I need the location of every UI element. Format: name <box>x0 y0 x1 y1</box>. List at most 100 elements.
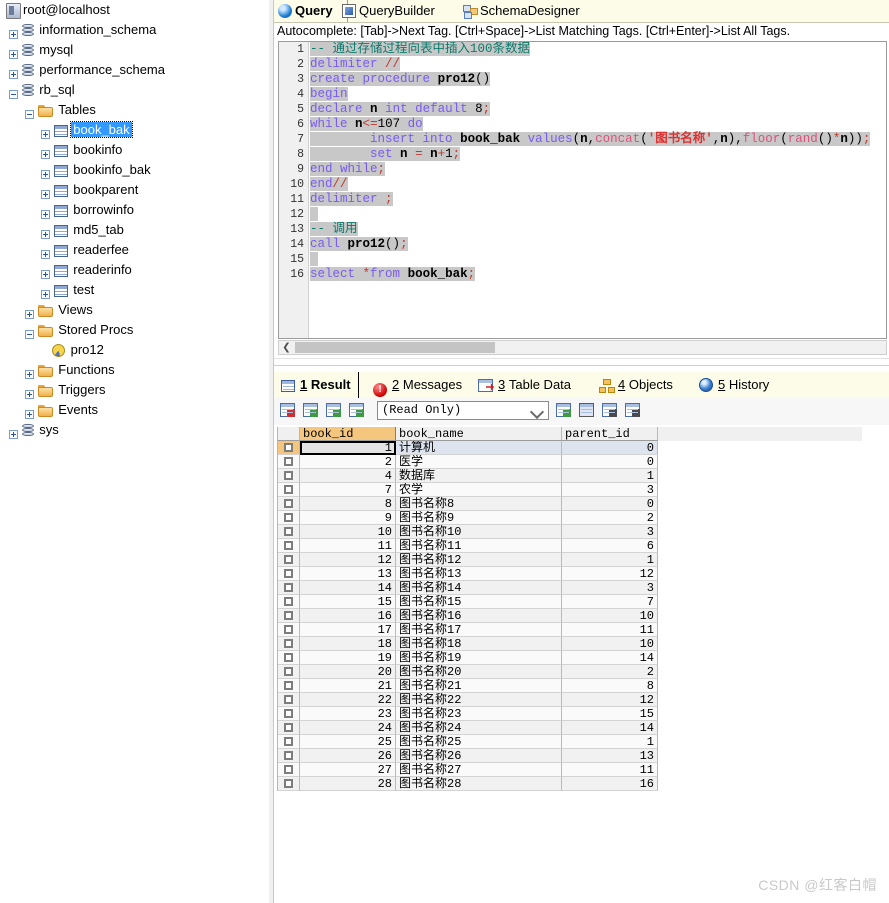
row-checkbox-cell[interactable] <box>278 469 300 483</box>
tree-expander-icon[interactable] <box>9 430 18 439</box>
checkbox-icon[interactable] <box>284 499 293 508</box>
tree-item-bookinfo[interactable]: bookinfo <box>0 140 268 160</box>
cell-parent-id[interactable]: 11 <box>562 763 658 777</box>
cell-book-id[interactable]: 11 <box>300 539 396 553</box>
table-row[interactable]: 25 图书名称25 1 <box>278 735 862 749</box>
row-checkbox-cell[interactable] <box>278 651 300 665</box>
tab-query[interactable]: Query <box>274 0 348 22</box>
column-header-parent-id[interactable]: parent_id <box>562 427 658 441</box>
code-line[interactable]: end while; <box>310 162 886 177</box>
table-row[interactable]: 4 数据库 1 <box>278 469 862 483</box>
tab-result[interactable]: 1 Result <box>274 372 359 398</box>
code-line[interactable]: while n<=107 do <box>310 117 886 132</box>
cell-book-id[interactable]: 20 <box>300 665 396 679</box>
cell-book-name[interactable]: 图书名称9 <box>396 511 562 525</box>
cell-book-name[interactable]: 图书名称11 <box>396 539 562 553</box>
code-line[interactable]: delimiter ; <box>310 192 886 207</box>
row-checkbox-cell[interactable] <box>278 637 300 651</box>
code-line[interactable]: declare n int default 8; <box>310 102 886 117</box>
grid-mode-select[interactable]: (Read Only) <box>377 401 549 420</box>
checkbox-icon[interactable] <box>284 765 293 774</box>
cell-parent-id[interactable]: 6 <box>562 539 658 553</box>
cell-parent-id[interactable]: 14 <box>562 651 658 665</box>
table-row[interactable]: 11 图书名称11 6 <box>278 539 862 553</box>
code-line[interactable]: set n = n+1; <box>310 147 886 162</box>
table-row[interactable]: 10 图书名称10 3 <box>278 525 862 539</box>
cell-book-name[interactable]: 图书名称17 <box>396 623 562 637</box>
cell-book-id[interactable]: 13 <box>300 567 396 581</box>
cell-book-name[interactable]: 图书名称22 <box>396 693 562 707</box>
tree-item-functions[interactable]: Functions <box>0 360 268 380</box>
checkbox-icon[interactable] <box>284 583 293 592</box>
checkbox-icon[interactable] <box>284 681 293 690</box>
row-checkbox-cell[interactable] <box>278 763 300 777</box>
tree-collapse-icon[interactable] <box>25 110 34 119</box>
tree-expander-icon[interactable] <box>25 390 34 399</box>
cell-book-id[interactable]: 19 <box>300 651 396 665</box>
code-line[interactable]: select *from book_bak; <box>310 267 886 282</box>
cell-parent-id[interactable]: 13 <box>562 749 658 763</box>
row-checkbox-cell[interactable] <box>278 623 300 637</box>
sql-code[interactable]: -- 通过存储过程向表中插入100条数据 delimiter //create p… <box>310 42 886 338</box>
cell-book-name[interactable]: 数据库 <box>396 469 562 483</box>
table-row[interactable]: 15 图书名称15 7 <box>278 595 862 609</box>
editor-horizontal-scrollbar[interactable]: ❮ <box>278 340 887 355</box>
cell-book-id[interactable]: 4 <box>300 469 396 483</box>
tab-schemadesigner[interactable]: SchemaDesigner <box>459 0 586 22</box>
row-checkbox-cell[interactable] <box>278 665 300 679</box>
tree-expander-icon[interactable] <box>41 190 50 199</box>
cell-book-name[interactable]: 图书名称26 <box>396 749 562 763</box>
table-row[interactable]: 28 图书名称28 16 <box>278 777 862 791</box>
tab-querybuilder[interactable]: QueryBuilder <box>338 0 441 22</box>
cell-parent-id[interactable]: 12 <box>562 693 658 707</box>
tree-item-readerinfo[interactable]: readerinfo <box>0 260 268 280</box>
table-row[interactable]: 22 图书名称22 12 <box>278 693 862 707</box>
tree-expander-icon[interactable] <box>41 290 50 299</box>
cell-parent-id[interactable]: 8 <box>562 679 658 693</box>
cell-book-name[interactable]: 图书名称23 <box>396 707 562 721</box>
cell-parent-id[interactable]: 0 <box>562 497 658 511</box>
tree-item-performance-schema[interactable]: performance_schema <box>0 60 268 80</box>
row-checkbox-cell[interactable] <box>278 567 300 581</box>
cell-book-id[interactable]: 1 <box>300 441 396 455</box>
tree-expander-icon[interactable] <box>41 270 50 279</box>
select-all-cell[interactable] <box>278 427 300 441</box>
cell-parent-id[interactable]: 15 <box>562 707 658 721</box>
import-grid-button[interactable] <box>325 402 344 420</box>
row-checkbox-cell[interactable] <box>278 511 300 525</box>
row-checkbox-cell[interactable] <box>278 777 300 791</box>
cell-book-name[interactable]: 图书名称24 <box>396 721 562 735</box>
cell-parent-id[interactable]: 3 <box>562 483 658 497</box>
tree-collapse-icon[interactable] <box>9 90 18 99</box>
column-header-book-id[interactable]: book_id <box>300 427 396 441</box>
tree-expander-icon[interactable] <box>41 150 50 159</box>
cell-book-id[interactable]: 15 <box>300 595 396 609</box>
tree-item-views[interactable]: Views <box>0 300 268 320</box>
tree-item-tables[interactable]: Tables <box>0 100 268 120</box>
cell-book-name[interactable]: 图书名称18 <box>396 637 562 651</box>
cell-book-name[interactable]: 图书名称20 <box>396 665 562 679</box>
row-checkbox-cell[interactable] <box>278 553 300 567</box>
tree-item-pro12[interactable]: pro12 <box>0 340 268 360</box>
cell-book-id[interactable]: 18 <box>300 637 396 651</box>
cell-parent-id[interactable]: 3 <box>562 581 658 595</box>
tree-item-triggers[interactable]: Triggers <box>0 380 268 400</box>
tree-expander-icon[interactable] <box>41 170 50 179</box>
code-line[interactable] <box>310 252 886 267</box>
table-row[interactable]: 1 计算机 0 <box>278 441 862 455</box>
cell-book-id[interactable]: 22 <box>300 693 396 707</box>
cell-parent-id[interactable]: 1 <box>562 735 658 749</box>
table-row[interactable]: 24 图书名称24 14 <box>278 721 862 735</box>
cell-book-id[interactable]: 7 <box>300 483 396 497</box>
tree-expander-icon[interactable] <box>41 210 50 219</box>
cell-book-id[interactable]: 2 <box>300 455 396 469</box>
table-row[interactable]: 19 图书名称19 14 <box>278 651 862 665</box>
cell-parent-id[interactable]: 10 <box>562 609 658 623</box>
table-row[interactable]: 17 图书名称17 11 <box>278 623 862 637</box>
export-grid-button[interactable] <box>302 402 321 420</box>
cell-book-id[interactable]: 16 <box>300 609 396 623</box>
edit-record-button[interactable] <box>624 402 643 420</box>
cell-book-name[interactable]: 图书名称21 <box>396 679 562 693</box>
tab-messages[interactable]: ! 2 Messages <box>366 372 469 398</box>
checkbox-icon[interactable] <box>284 709 293 718</box>
